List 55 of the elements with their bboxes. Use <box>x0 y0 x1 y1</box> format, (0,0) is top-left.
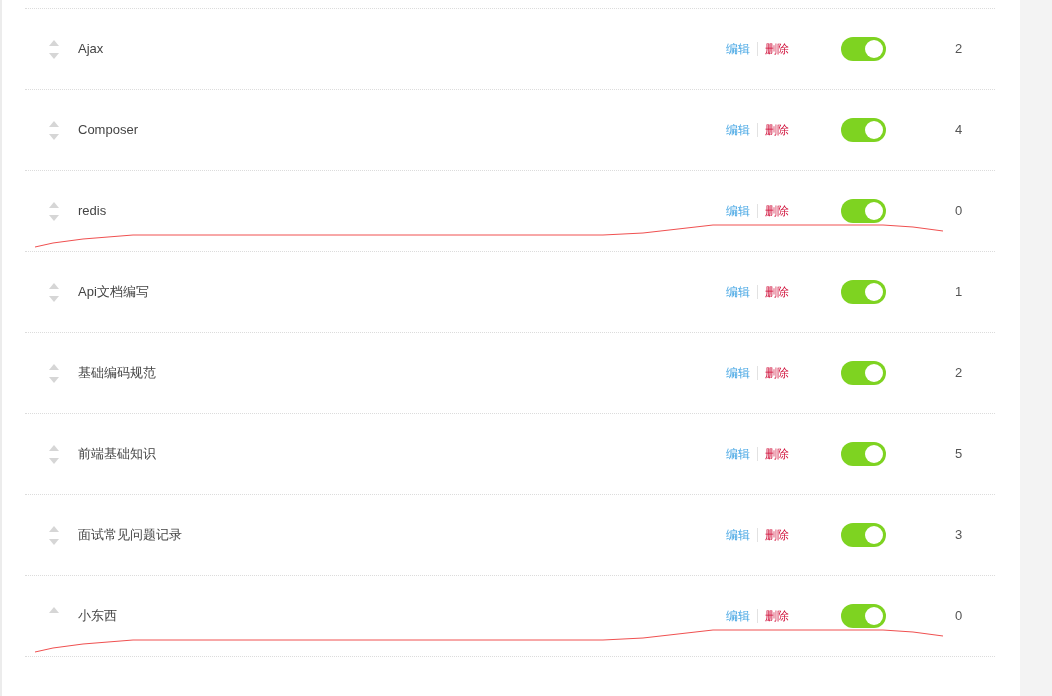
edit-link[interactable]: 编辑 <box>726 526 750 544</box>
delete-link[interactable]: 删除 <box>765 607 789 625</box>
count: 0 <box>955 607 964 626</box>
delete-link[interactable]: 删除 <box>765 121 789 139</box>
category-name: 基础编码规范 <box>78 364 157 383</box>
move-down-icon[interactable] <box>48 52 59 59</box>
move-down-icon[interactable] <box>48 214 59 221</box>
toggle-switch[interactable] <box>841 361 886 385</box>
toggle-switch[interactable] <box>841 523 886 547</box>
toggle-switch[interactable] <box>841 280 886 304</box>
edit-link[interactable]: 编辑 <box>726 607 750 625</box>
move-up-icon[interactable] <box>48 282 59 289</box>
toggle-switch[interactable] <box>841 118 886 142</box>
delete-link[interactable]: 删除 <box>765 364 789 382</box>
category-name: redis <box>78 202 108 221</box>
delete-link[interactable]: 删除 <box>765 283 789 301</box>
toggle-switch[interactable] <box>841 604 886 628</box>
move-up-icon[interactable] <box>48 363 59 370</box>
move-up-icon[interactable] <box>48 120 59 127</box>
move-down-icon[interactable] <box>48 133 59 140</box>
count: 2 <box>955 364 964 383</box>
move-up-icon[interactable] <box>48 39 59 46</box>
edit-link[interactable]: 编辑 <box>726 445 750 463</box>
edit-link[interactable]: 编辑 <box>726 364 750 382</box>
move-down-icon[interactable] <box>48 538 59 545</box>
move-up-icon[interactable] <box>48 444 59 451</box>
count: 1 <box>955 283 964 302</box>
delete-link[interactable]: 删除 <box>765 526 789 544</box>
move-down-icon[interactable] <box>48 457 59 464</box>
count: 0 <box>955 202 964 221</box>
edit-link[interactable]: 编辑 <box>726 283 750 301</box>
count: 5 <box>955 445 964 464</box>
move-up-icon[interactable] <box>48 606 59 613</box>
category-name: Composer <box>78 121 139 140</box>
toggle-switch[interactable] <box>841 37 886 61</box>
edit-link[interactable]: 编辑 <box>726 202 750 220</box>
move-down-icon[interactable] <box>48 376 59 383</box>
category-name: 小东西 <box>78 607 118 626</box>
edit-link[interactable]: 编辑 <box>726 121 750 139</box>
category-name: 面试常见问题记录 <box>78 526 183 545</box>
delete-link[interactable]: 删除 <box>765 202 789 220</box>
count: 2 <box>955 40 964 59</box>
category-name: Api文档编写 <box>78 283 150 302</box>
edit-link[interactable]: 编辑 <box>726 40 750 58</box>
count: 4 <box>955 121 964 140</box>
delete-link[interactable]: 删除 <box>765 40 789 58</box>
category-name: Ajax <box>78 40 105 59</box>
category-name: 前端基础知识 <box>78 445 157 464</box>
toggle-switch[interactable] <box>841 199 886 223</box>
count: 3 <box>955 526 964 545</box>
move-up-icon[interactable] <box>48 201 59 208</box>
move-down-icon[interactable] <box>48 295 59 302</box>
move-up-icon[interactable] <box>48 525 59 532</box>
delete-link[interactable]: 删除 <box>765 445 789 463</box>
toggle-switch[interactable] <box>841 442 886 466</box>
